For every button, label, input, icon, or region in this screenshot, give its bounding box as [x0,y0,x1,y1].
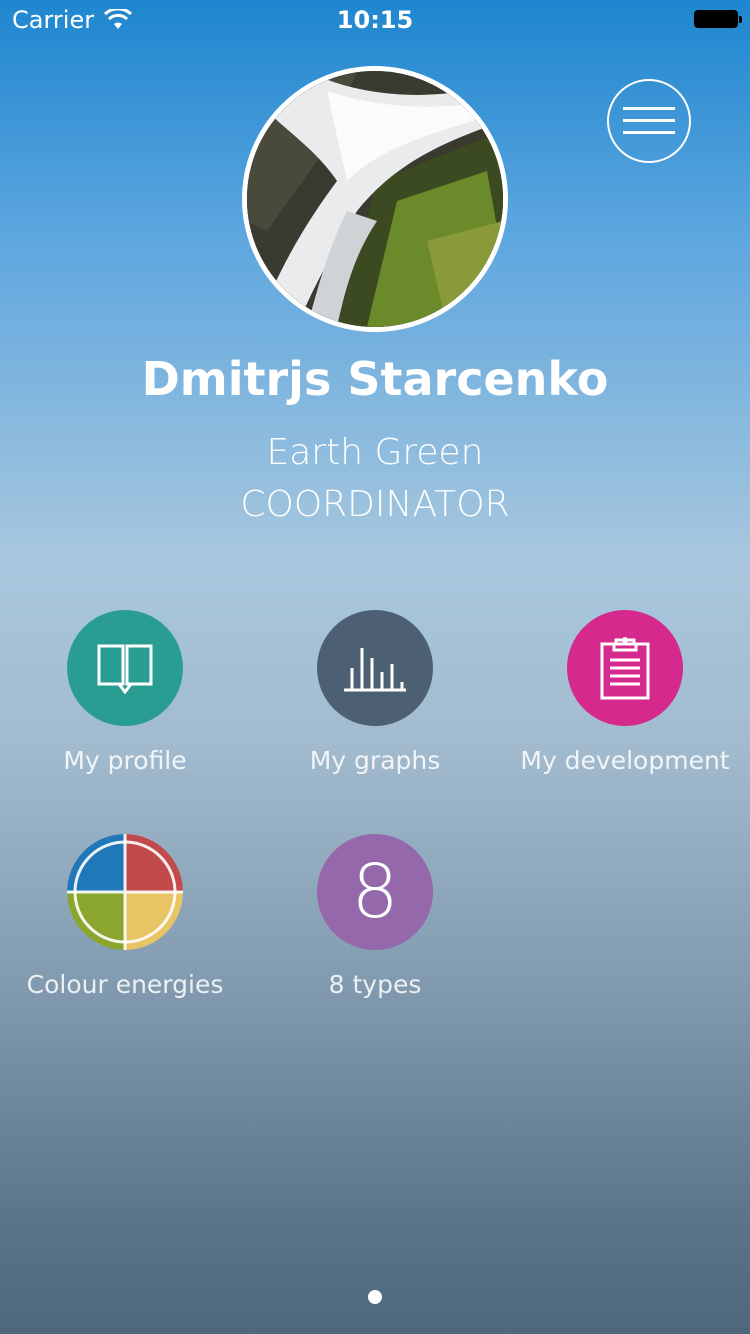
bar-chart-icon [317,610,433,726]
colour-wheel-icon [67,834,183,950]
eight-icon: 8 [317,834,433,950]
tile-label: My development [520,746,730,775]
page-indicator-dot[interactable] [368,1290,382,1304]
tile-8-types[interactable]: 8 8 types [250,834,500,1034]
tile-my-graphs[interactable]: My graphs [250,610,500,810]
book-icon [67,610,183,726]
tile-my-profile[interactable]: My profile [0,610,250,810]
avatar[interactable] [242,66,508,332]
tile-colour-energies[interactable]: Colour energies [0,834,250,1034]
tile-label: My profile [63,746,187,775]
tile-my-development[interactable]: My development [500,610,750,810]
tile-label: My graphs [309,746,441,775]
tile-label: 8 types [328,970,422,999]
menu-button[interactable] [607,79,691,163]
tile-label: Colour energies [26,970,224,999]
status-time: 10:15 [336,6,414,34]
profile-name: Dmitrjs Starcenko [141,352,609,406]
battery-icon [694,10,742,28]
type-label: COORDINATOR [240,484,510,525]
hamburger-icon [623,107,675,134]
eight-glyph: 8 [351,849,399,935]
clipboard-icon [567,610,683,726]
colour-energy-label: Earth Green [266,432,484,473]
status-bar: Carrier 10:15 [0,0,750,40]
waterfall-photo [247,71,503,327]
